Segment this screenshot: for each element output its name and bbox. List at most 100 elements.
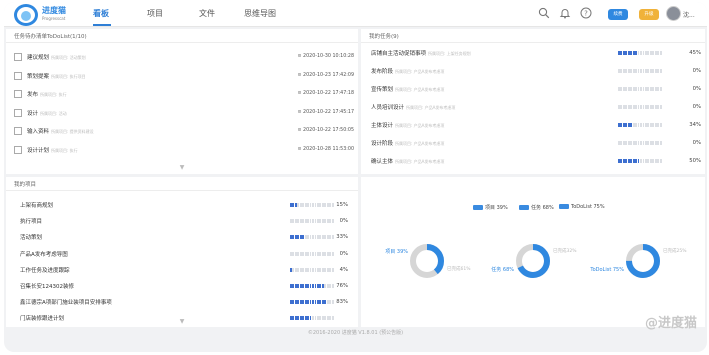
progress-segment [331, 267, 334, 272]
brand-sub: Progresscat [42, 16, 66, 21]
progress-bar [290, 251, 334, 256]
top-bar: 进度猫 Progresscat 看板 项目 文件 思维导图 ? 续费 升级 沈.… [4, 2, 707, 27]
todo-time: ⊙ 2020-10-28 11:53:00 [297, 146, 355, 152]
todo-name: 策划提案 所属项目: 执行项目 [27, 72, 86, 80]
progress-segment [659, 69, 662, 73]
search-icon[interactable] [538, 7, 550, 19]
todo-title: 发布 [27, 92, 39, 98]
project-name: 上架有商规划 [20, 203, 54, 209]
my-task-percent: 0% [692, 86, 701, 92]
todo-time: ⊙ 2020-10-22 17:50:05 [297, 128, 355, 133]
progress-bar [618, 69, 662, 73]
upgrade-button[interactable]: 升级 [639, 9, 659, 20]
project-percent: 15% [336, 202, 348, 208]
todo-checkbox[interactable] [14, 71, 22, 80]
my-task-title: 主体设计 [371, 123, 394, 129]
my-task-project: 所属项目: 产品A发布考虑项 [395, 69, 445, 74]
todo-checkbox[interactable] [14, 108, 22, 117]
todo-checkbox[interactable] [14, 90, 22, 98]
project-row[interactable]: 活动策划 33% [20, 231, 350, 245]
project-name: 鑫江德宗A项部门施业装项目安排事项 [20, 300, 112, 307]
my-task-row[interactable]: 确认主体 所属项目: 产品A发布考虑项 50% [371, 155, 701, 169]
progress-bar [290, 203, 334, 207]
nav-mindmap[interactable]: 思维导图 [244, 8, 276, 19]
todo-row[interactable]: 输入资料 所属项目: 提供资料建设 ⊙ 2020-10-22 17:50:05 [14, 125, 354, 139]
todo-row[interactable]: 策划提案 所属项目: 执行项目 ⊙ 2020-10-23 17:42:09 [14, 70, 354, 84]
project-row[interactable]: 执行项目 0% [20, 215, 350, 229]
project-row[interactable]: 产品A发布考虑导图 0% [20, 248, 350, 262]
project-row[interactable]: 上架有商规划 15% [20, 199, 350, 213]
project-percent: 76% [336, 283, 348, 289]
todo-project: 所属项目: 活动策划 [51, 55, 86, 60]
project-name: 产品A发布考虑导图 [20, 251, 68, 258]
logo-icon [14, 4, 38, 26]
todo-name: 设计计划 所属项目: 执行 [27, 146, 78, 154]
donut-rest-label: 已完成61% [447, 265, 471, 272]
donut-value-label: ToDoList 75% [589, 267, 624, 273]
my-task-percent: 50% [689, 158, 701, 164]
my-task-percent: 0% [692, 140, 701, 146]
nav-active-indicator [93, 24, 111, 26]
donut-charts: 项目 39% 已完成61% 任务 68% 已完成32% ToDoList 75% 已完成2… [385, 244, 687, 278]
nav-project[interactable]: 项目 [147, 8, 163, 19]
progress-bar [618, 51, 662, 55]
renew-button[interactable]: 续费 [608, 9, 628, 20]
my-task-row[interactable]: 店铺自主活动促销事项 所属项目: 上架任务规划 45% [371, 47, 701, 61]
progress-segment [331, 300, 334, 305]
todo-checkbox[interactable] [14, 127, 22, 135]
user-name[interactable]: 沈... [683, 10, 695, 19]
todo-project: 所属项目: 执行项目 [51, 73, 86, 79]
expand-chevron-icon[interactable]: ▼ [177, 165, 187, 171]
progress-segment [331, 235, 334, 240]
svg-text:?: ? [584, 10, 588, 18]
my-task-row[interactable]: 设计阶段 所属项目: 产品A发布考虑项 0% [371, 137, 701, 151]
donut-value-label: 项目 39% [385, 249, 408, 255]
my-task-percent: 0% [692, 68, 701, 74]
todo-title: 建议规划 [27, 55, 50, 61]
todo-checkbox[interactable] [14, 145, 22, 154]
my-task-project: 所属项目: 产品A发布考虑项 [395, 159, 445, 164]
my-task-project: 所属项目: 产品A发布考虑项 [395, 141, 445, 146]
nav-files[interactable]: 文件 [199, 8, 215, 19]
project-name: 执行项目 [20, 219, 43, 226]
bell-icon[interactable] [559, 7, 571, 19]
my-task-row[interactable]: 发布阶段 所属项目: 产品A发布考虑项 0% [371, 65, 701, 79]
progress-bar [290, 300, 334, 305]
todo-project: 所属项目: 执行 [40, 92, 67, 97]
my-task-name: 确认主体 所属项目: 产品A发布考虑项 [371, 157, 444, 165]
progress-bar [618, 141, 662, 145]
todo-name: 输入资料 所属项目: 提供资料建设 [27, 127, 94, 135]
footer: ©2016-2020 进度猫 V1.8.01 (预公告版) [307, 330, 404, 336]
progress-bar [290, 235, 334, 240]
avatar[interactable] [666, 6, 681, 21]
todo-row[interactable]: 发布 所属项目: 执行 ⊙ 2020-10-22 17:47:18 [14, 88, 354, 102]
my-task-title: 设计阶段 [371, 141, 394, 147]
nav-kanban[interactable]: 看板 [93, 8, 109, 19]
my-tasks-title: 我的任务(9) [369, 34, 399, 40]
todo-panel-title: 任务待办清单ToDoList(1/10) [14, 34, 87, 40]
todo-row[interactable]: 设计 所属项目: 活动 ⊙ 2020-10-22 17:45:17 [14, 107, 354, 121]
project-row[interactable]: 工作任务及进度跟踪 4% [20, 264, 350, 278]
my-task-project: 所属项目: 产品A发布考虑项 [406, 105, 456, 110]
project-row[interactable]: 召集长安124302装修 76% [20, 280, 350, 294]
my-task-row[interactable]: 主体设计 所属项目: 产品A发布考虑项 34% [371, 119, 701, 133]
project-name: 活动策划 [20, 235, 43, 242]
todo-title: 输入资料 [27, 129, 50, 135]
my-task-title: 发布阶段 [371, 69, 394, 75]
todo-time: ⊙ 2020-10-30 10:10:28 [297, 54, 355, 59]
progress-segment [331, 284, 334, 288]
app-window: 进度猫 Progresscat 看板 项目 文件 思维导图 ? 续费 升级 沈.… [4, 2, 707, 352]
todo-name: 设计 所属项目: 活动 [27, 109, 67, 117]
projects-title: 我的项目 [14, 182, 37, 188]
progress-segment [659, 159, 662, 163]
help-icon[interactable]: ? [580, 7, 592, 19]
my-task-row[interactable]: 宣传策划 所属项目: 产品A发布考虑项 0% [371, 83, 701, 97]
my-task-row[interactable]: 人员培训设计 所属项目: 产品A发布考虑项 0% [371, 101, 701, 115]
progress-bar [618, 123, 662, 127]
todo-row[interactable]: 建议规划 所属项目: 活动策划 ⊙ 2020-10-30 10:10:28 [14, 51, 354, 65]
progress-bar [618, 159, 662, 163]
project-row[interactable]: 鑫江德宗A项部门施业装项目安排事项 83% [20, 296, 350, 310]
todo-checkbox[interactable] [14, 53, 22, 61]
expand-chevron-icon[interactable]: ▼ [177, 319, 187, 325]
todo-row[interactable]: 设计计划 所属项目: 执行 ⊙ 2020-10-28 11:53:00 [14, 144, 354, 158]
